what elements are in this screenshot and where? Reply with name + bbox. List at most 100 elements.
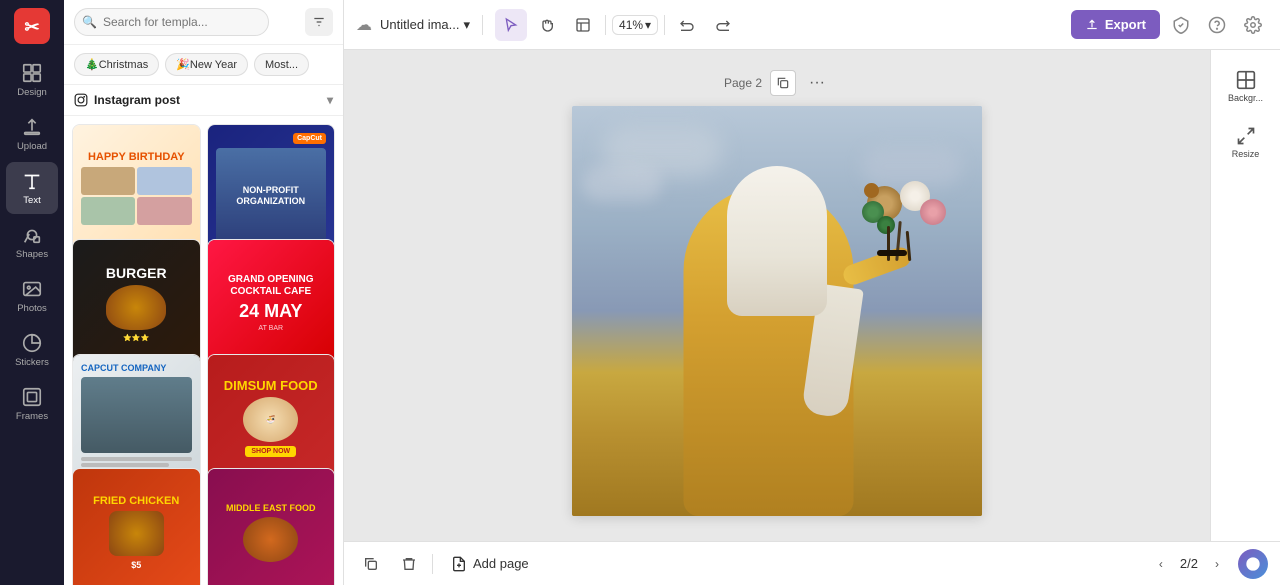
sidebar-item-upload[interactable]: Upload bbox=[6, 108, 58, 160]
template-card-cocktail[interactable]: GRAND OPENING COCKTAIL CAFE 24 MAY AT BA… bbox=[207, 239, 336, 368]
topbar-title[interactable]: Untitled ima... ▾ bbox=[380, 17, 470, 33]
tag-more[interactable]: Most... bbox=[254, 53, 309, 76]
hand-icon bbox=[539, 17, 555, 33]
section-label: Instagram post bbox=[94, 93, 180, 107]
shield-btn[interactable] bbox=[1166, 10, 1196, 40]
document-title: Untitled ima... bbox=[380, 17, 459, 32]
settings-btn[interactable] bbox=[1238, 10, 1268, 40]
export-btn[interactable]: Export bbox=[1071, 10, 1160, 39]
bottom-bar: Add page ‹ 2/2 › bbox=[344, 541, 1280, 585]
zoom-control[interactable]: 41% ▾ bbox=[612, 15, 658, 35]
help-btn[interactable] bbox=[1202, 10, 1232, 40]
sidebar-item-text[interactable]: Text bbox=[6, 162, 58, 214]
template-nonprofit-img: NON-PROFIT ORGANIZATION bbox=[216, 148, 327, 244]
right-panel-resize[interactable]: Resize bbox=[1218, 116, 1274, 168]
redo-btn[interactable] bbox=[707, 9, 739, 41]
sidebar-item-stickers[interactable]: Stickers bbox=[6, 324, 58, 376]
settings-icon bbox=[1244, 16, 1262, 34]
export-label: Export bbox=[1105, 17, 1146, 32]
template-cocktail-sub: AT BAR bbox=[258, 325, 283, 332]
tag-christmas[interactable]: 🎄Christmas bbox=[74, 53, 159, 76]
right-panel-resize-label: Resize bbox=[1232, 149, 1260, 159]
sidebar-item-design[interactable]: Design bbox=[6, 54, 58, 106]
next-page-btn[interactable]: › bbox=[1204, 551, 1230, 577]
template-card-birthday[interactable]: HAPPY BIRTHDAY bbox=[72, 124, 201, 253]
birthday-img-3 bbox=[81, 197, 135, 225]
template-card-nonprofit[interactable]: CapCut NON-PROFIT ORGANIZATION bbox=[207, 124, 336, 253]
company-row-2 bbox=[81, 463, 169, 467]
right-panel-background[interactable]: Backgr... bbox=[1218, 60, 1274, 112]
page-label: Page 2 bbox=[724, 76, 762, 90]
background-icon bbox=[1236, 70, 1256, 90]
filter-icon bbox=[312, 15, 326, 29]
zoom-level: 41% bbox=[619, 18, 643, 32]
undo-btn[interactable] bbox=[671, 9, 703, 41]
template-company-img bbox=[81, 377, 192, 454]
template-mideast-title: MIDDLE EAST FOOD bbox=[226, 503, 316, 513]
section-header: Instagram post ▾ bbox=[64, 85, 343, 116]
canvas-area: Page 2 ··· bbox=[344, 50, 1280, 541]
canvas-frame bbox=[572, 106, 982, 516]
hand-tool-btn[interactable] bbox=[531, 9, 563, 41]
template-burger-title: BURGER bbox=[106, 265, 167, 281]
help-icon bbox=[1208, 16, 1226, 34]
tag-newyear[interactable]: 🎉New Year bbox=[165, 53, 248, 76]
svg-text:✂: ✂ bbox=[24, 17, 39, 37]
bottom-divider bbox=[432, 554, 433, 574]
upload-icon bbox=[21, 116, 43, 138]
company-row-1 bbox=[81, 457, 192, 461]
template-friedchicken-price: $5 bbox=[131, 560, 141, 570]
page-nav: ‹ 2/2 › bbox=[1148, 551, 1230, 577]
page-counter: 2/2 bbox=[1180, 556, 1198, 571]
page-more-btn[interactable]: ··· bbox=[804, 70, 830, 96]
ai-assistant-btn[interactable] bbox=[1238, 549, 1268, 579]
app-logo[interactable]: ✂ bbox=[14, 8, 50, 44]
template-burger-img bbox=[106, 285, 166, 330]
template-birthday-grid bbox=[81, 167, 192, 225]
template-cocktail-title: GRAND OPENING COCKTAIL CAFE bbox=[216, 274, 327, 298]
birthday-img-4 bbox=[137, 197, 191, 225]
birthday-img-2 bbox=[137, 167, 191, 195]
search-input[interactable] bbox=[74, 8, 269, 36]
right-panel: Backgr... Resize bbox=[1210, 50, 1280, 541]
template-nonprofit-badge: CapCut bbox=[293, 133, 326, 144]
sidebar-item-stickers-label: Stickers bbox=[15, 357, 49, 368]
shapes-icon bbox=[21, 224, 43, 246]
template-dimsum-title: DIMSUM FOOD bbox=[224, 378, 318, 393]
copy-element-btn[interactable] bbox=[356, 549, 386, 579]
frame-tool-btn[interactable] bbox=[567, 9, 599, 41]
select-tool-btn[interactable] bbox=[495, 9, 527, 41]
template-cocktail-date: 24 MAY bbox=[239, 301, 302, 322]
sidebar-item-design-label: Design bbox=[17, 87, 47, 98]
template-card-mideast[interactable]: MIDDLE EAST FOOD bbox=[207, 468, 336, 585]
template-company-title: CAPCUT COMPANY bbox=[81, 363, 192, 373]
birthday-img-1 bbox=[81, 167, 135, 195]
template-nonprofit-title: NON-PROFIT ORGANIZATION bbox=[216, 185, 327, 207]
topbar-divider-3 bbox=[664, 15, 665, 35]
template-burger-footer: ⭐⭐⭐ bbox=[123, 334, 149, 342]
delete-element-btn[interactable] bbox=[394, 549, 424, 579]
template-card-burger[interactable]: BURGER ⭐⭐⭐ bbox=[72, 239, 201, 368]
delete-icon bbox=[401, 556, 417, 572]
sidebar-item-frames[interactable]: Frames bbox=[6, 378, 58, 430]
section-chevron-icon: ▾ bbox=[327, 93, 333, 107]
sidebar-item-photos-label: Photos bbox=[17, 303, 47, 314]
add-page-btn[interactable]: Add page bbox=[441, 552, 539, 576]
search-wrap: 🔍 bbox=[74, 8, 299, 36]
templates-grid: HAPPY BIRTHDAY CapCut NON-PROFIT ORGANIZ… bbox=[64, 116, 343, 585]
template-mideast-img bbox=[243, 517, 298, 562]
template-card-company[interactable]: CAPCUT COMPANY bbox=[72, 354, 201, 483]
search-filter-btn[interactable] bbox=[305, 8, 333, 36]
search-icon: 🔍 bbox=[82, 15, 97, 29]
undo-icon bbox=[679, 17, 695, 33]
prev-page-btn[interactable]: ‹ bbox=[1148, 551, 1174, 577]
template-card-friedchicken[interactable]: FRIED CHICKEN $5 bbox=[72, 468, 201, 585]
template-dimsum-btn: SHOP NOW bbox=[245, 446, 296, 457]
frame-tool-icon bbox=[575, 17, 591, 33]
sidebar-item-photos[interactable]: Photos bbox=[6, 270, 58, 322]
page-label-row: Page 2 ··· bbox=[364, 70, 1190, 96]
copy-page-btn[interactable] bbox=[770, 70, 796, 96]
template-card-dimsum[interactable]: DIMSUM FOOD 🍜 SHOP NOW bbox=[207, 354, 336, 483]
sidebar-item-shapes[interactable]: Shapes bbox=[6, 216, 58, 268]
topbar: ☁ Untitled ima... ▾ bbox=[344, 0, 1280, 50]
